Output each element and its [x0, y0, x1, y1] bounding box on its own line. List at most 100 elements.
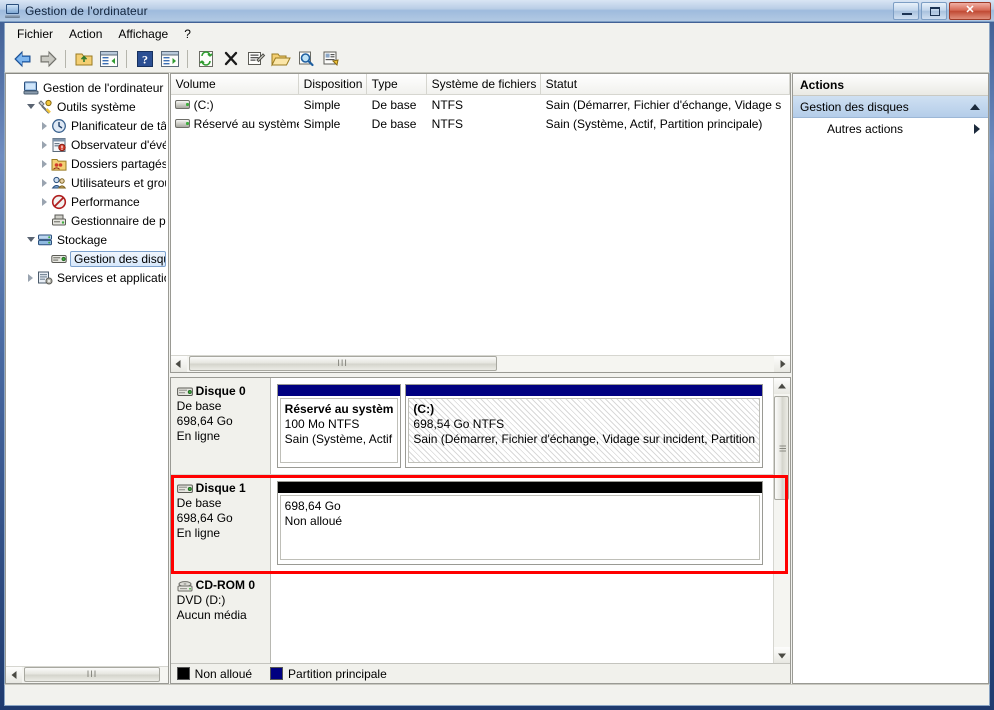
toolbar-properties[interactable] — [244, 47, 267, 70]
volume-column-header[interactable]: Volume — [171, 74, 299, 94]
disk-scroll-grip: III — [776, 444, 787, 452]
partition-c[interactable]: (C:) 698,54 Go NTFS Sain (Démarrer, Fichie… — [405, 384, 763, 469]
legend-primary-partition-swatch — [270, 667, 284, 681]
disk-1-info[interactable]: Disque 1 De base 698,64 Go En ligne — [170, 475, 271, 572]
toolbar-separator — [65, 49, 66, 68]
toolbar-delete[interactable] — [219, 47, 242, 70]
tree-item-shared-folders[interactable]: Dossiers partagés — [6, 154, 168, 173]
toolbar-help[interactable]: ? — [133, 47, 156, 70]
chevron-right-icon[interactable] — [24, 273, 37, 282]
volume-list-body[interactable]: (C:) Simple De base NTFS Sain (Démarrer, Fic… — [171, 95, 790, 355]
disk-scroll-up-arrow[interactable] — [774, 378, 790, 395]
menu-affichage[interactable]: Affichage — [110, 24, 176, 44]
tree-item-device-manager[interactable]: Gestionnaire de périphé — [6, 211, 168, 230]
volume-list-horizontal-scrollbar[interactable]: III — [170, 355, 790, 373]
toolbar-back[interactable] — [11, 47, 34, 70]
cdrom-0-row[interactable]: CD-ROM 0 DVD (D:) Aucun média — [170, 572, 773, 664]
chevron-down-icon[interactable] — [24, 237, 37, 242]
menu-fichier[interactable]: Fichier — [9, 24, 61, 44]
volume-row-system-reserved[interactable]: Réservé au système Simple De base NTFS Sain … — [171, 114, 790, 133]
volume-column-header[interactable]: Système de fichiers — [427, 74, 541, 94]
volume-row-c[interactable]: (C:) Simple De base NTFS Sain (Démarrer, Fic… — [171, 95, 790, 114]
tree-scroll-thumb[interactable]: III — [24, 667, 160, 682]
toolbar-up-one-level[interactable] — [72, 47, 95, 70]
main-content: Gestion de l'ordinateur (local) Outils sy… — [4, 73, 990, 684]
disk-scroll-down-arrow[interactable] — [774, 647, 790, 664]
tree-item-task-scheduler[interactable]: Planificateur de tâches — [6, 116, 168, 135]
disk-1-row[interactable]: Disque 1 De base 698,64 Go En ligne 698,64 G… — [170, 475, 773, 573]
tree-item-disk-management[interactable]: Gestion des disques — [6, 249, 168, 268]
volume-cell-type: De base — [371, 97, 417, 112]
partition-unallocated[interactable]: 698,64 Go Non alloué — [276, 481, 763, 566]
show-hide-tree-icon — [99, 50, 118, 67]
toolbar-refresh[interactable] — [194, 47, 217, 70]
menu-bar: Fichier Action Affichage ? — [4, 23, 990, 45]
volume-list-pane: Volume Disposition Type Système de fichiers… — [169, 73, 791, 374]
volume-column-header[interactable]: Statut — [541, 74, 790, 94]
tree-item-system-tools[interactable]: Outils système — [6, 97, 168, 116]
cdrom-0-info[interactable]: CD-ROM 0 DVD (D:) Aucun média — [170, 572, 271, 664]
disk-0-graph: Réservé au systèm 100 Mo NTFS Sain (Systèm… — [271, 378, 773, 474]
caret-right-icon[interactable] — [974, 124, 980, 134]
toolbar-export-list[interactable] — [319, 47, 342, 70]
actions-group-label: Gestion des disques — [800, 99, 909, 114]
tree-item-label: Gestion des disques — [70, 250, 166, 267]
volume-scroll-thumb[interactable]: III — [188, 356, 497, 372]
tree-item-performance[interactable]: Performance — [6, 192, 168, 211]
tree-horizontal-scrollbar[interactable]: III — [6, 666, 168, 683]
chevron-right-icon[interactable] — [38, 197, 51, 206]
disk-0-info[interactable]: Disque 0 De base 698,64 Go En ligne — [170, 378, 271, 475]
partition-line: Non alloué — [284, 514, 343, 529]
tree-item-label: Dossiers partagés — [71, 156, 166, 171]
disk-scroll-thumb[interactable]: III — [774, 396, 789, 501]
services-applications-icon — [37, 270, 53, 286]
disk-title: Disque 1 — [176, 481, 270, 496]
chevron-right-icon[interactable] — [38, 140, 51, 149]
volume-cell-volume: (C:) — [171, 98, 299, 112]
chevron-right-icon[interactable] — [38, 159, 51, 168]
partition-color-bar — [406, 385, 762, 397]
close-button[interactable]: ✕ — [949, 1, 991, 20]
maximize-button[interactable] — [921, 1, 947, 20]
disk-0-row[interactable]: Disque 0 De base 698,64 Go En ligne Réservé … — [170, 378, 773, 476]
volume-scroll-track[interactable]: III — [186, 356, 774, 373]
volume-column-header[interactable]: Type — [367, 74, 427, 94]
tree-item-local-users-and-groups[interactable]: Utilisateurs et groupes l — [6, 173, 168, 192]
menu-help[interactable]: ? — [176, 24, 199, 44]
partition-system-reserved[interactable]: Réservé au systèm 100 Mo NTFS Sain (Systèm… — [276, 384, 402, 469]
back-arrow-icon — [13, 50, 30, 67]
toolbar-forward[interactable] — [36, 47, 59, 70]
tree-item-storage[interactable]: Stockage — [6, 230, 168, 249]
toolbar-find[interactable] — [294, 47, 317, 70]
status-bar — [4, 684, 990, 706]
caret-up-icon[interactable] — [970, 103, 980, 110]
volume-column-header[interactable]: Disposition — [299, 74, 367, 94]
tree-scroll-track[interactable]: III — [22, 667, 168, 683]
tree-item-event-viewer[interactable]: Observateur d'événeme — [6, 135, 168, 154]
volume-cell-volume: Réservé au système — [171, 117, 299, 131]
toolbar-open[interactable] — [269, 47, 292, 70]
chevron-right-icon[interactable] — [38, 178, 51, 187]
menu-action[interactable]: Action — [61, 24, 110, 44]
hard-disk-icon — [174, 118, 191, 129]
tree-item-computer-management-local[interactable]: Gestion de l'ordinateur (local) — [6, 78, 168, 97]
toolbar-show-hide-console-tree[interactable] — [97, 47, 120, 70]
toolbar-show-hide-action-pane[interactable] — [158, 47, 181, 70]
tree-item-services-and-applications[interactable]: Services et applications — [6, 268, 168, 287]
tree-item-label: Utilisateurs et groupes l — [71, 175, 166, 190]
toolbar-separator — [187, 49, 188, 68]
action-more-actions[interactable]: Autres actions — [793, 118, 988, 140]
disk-info-line: De base — [176, 399, 222, 414]
tree-item-label: Services et applications — [57, 270, 166, 285]
disk-vertical-scrollbar[interactable]: III — [773, 378, 790, 664]
tree-scroll-left-arrow[interactable] — [6, 667, 22, 683]
volume-scroll-left-arrow[interactable] — [170, 356, 187, 373]
chevron-down-icon[interactable] — [24, 104, 37, 109]
chevron-right-icon[interactable] — [38, 121, 51, 130]
minimize-button[interactable] — [893, 1, 919, 20]
actions-group-disk-management[interactable]: Gestion des disques — [793, 96, 988, 118]
disk-info-line: 698,64 Go — [176, 511, 233, 526]
volume-scroll-right-arrow[interactable] — [774, 356, 790, 373]
disk-scroll-track[interactable]: III — [774, 394, 790, 648]
volume-list-header[interactable]: Volume Disposition Type Système de fichiers… — [170, 74, 790, 95]
